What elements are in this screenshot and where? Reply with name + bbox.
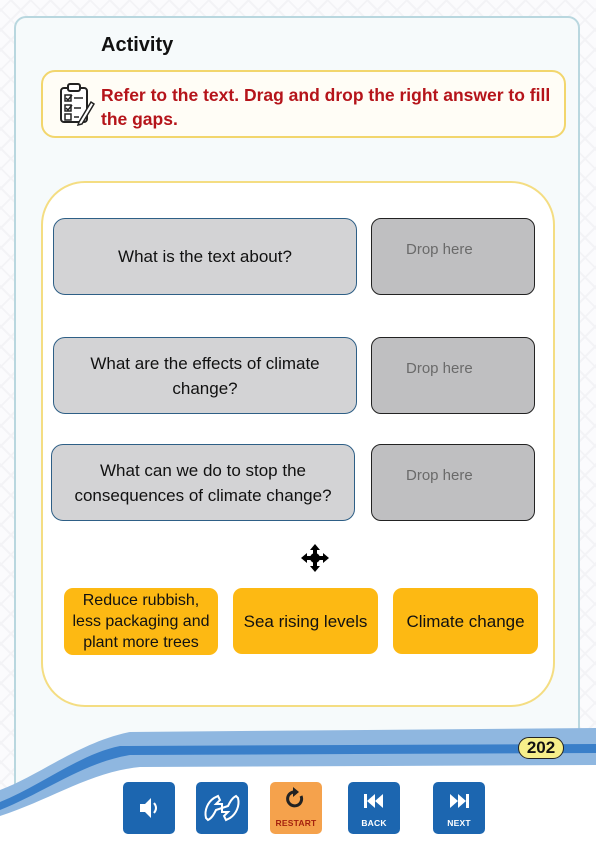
speaker-icon [140,798,157,818]
back-icon [364,794,383,808]
answer-draggable[interactable]: Climate change [393,588,538,654]
answer-draggable[interactable]: Reduce rubbish, less packaging and plant… [64,588,218,655]
back-label: BACK [361,818,387,828]
drop-zone[interactable]: Drop here [371,218,535,295]
drop-zone[interactable]: Drop here [371,444,535,521]
next-label: NEXT [447,818,471,828]
question-box: What is the text about? [53,218,357,295]
next-button[interactable]: NEXT [433,782,485,834]
back-button[interactable]: BACK [348,782,400,834]
audio-button[interactable] [123,782,175,834]
instruction-box: Refer to the text. Drag and drop the rig… [41,70,566,138]
drop-zone[interactable]: Drop here [371,337,535,414]
checklist-icon [60,83,95,126]
question-box: What are the effects of climate change? [53,337,357,414]
restart-button[interactable]: RESTART [270,782,322,834]
instruction-text: Refer to the text. Drag and drop the rig… [101,85,551,129]
next-icon [450,794,469,808]
question-box: What can we do to stop the consequences … [51,444,355,521]
restart-label: RESTART [275,818,317,828]
activity-title: Activity [101,34,174,56]
restart-icon [286,787,304,808]
sign-language-icon [204,794,240,822]
sign-language-button[interactable] [196,782,248,834]
answer-draggable[interactable]: Sea rising levels [233,588,378,654]
move-cursor-icon [301,544,329,572]
page-number: 202 [518,737,564,759]
